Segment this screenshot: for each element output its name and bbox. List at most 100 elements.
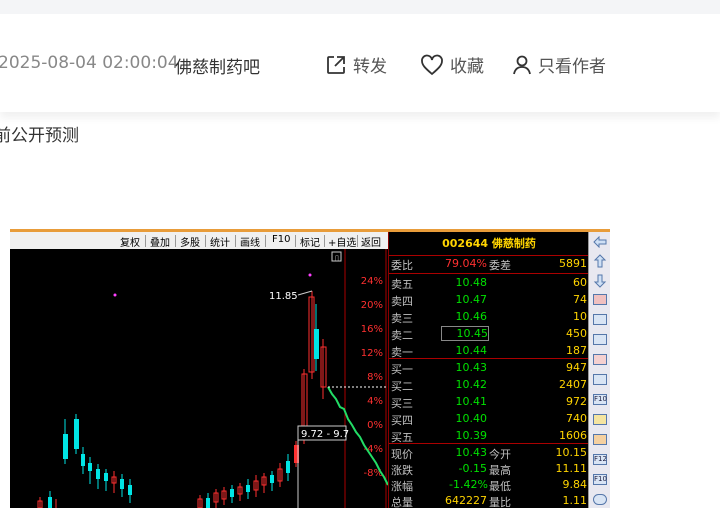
toolbar-btn[interactable]: 返回 (361, 234, 381, 249)
stat-value: 10.15 (555, 446, 588, 459)
toolbar-btn[interactable]: 画线 (240, 234, 260, 249)
list-icon[interactable] (593, 374, 607, 385)
bid-volume: 2407 (559, 378, 587, 391)
high-label: 11.85 (269, 290, 313, 302)
bid-volume: 972 (566, 395, 587, 408)
stat-row: 总量 642227 量比 1.11 (389, 493, 589, 508)
heart-icon (420, 54, 444, 76)
quote-divider (389, 358, 589, 359)
bid-price: 10.43 (455, 361, 488, 374)
toolbar-sep (324, 235, 325, 247)
toolbar-btn[interactable]: 叠加 (150, 234, 170, 249)
kline-chart: ▯ 24% 20% 16% 12% 8% 4% 0% -4% -8% 11.85… (37, 249, 388, 508)
pct-tick: 24% (361, 276, 383, 287)
ask-label: 卖四 (391, 295, 413, 308)
f10-icon[interactable]: F10 (593, 394, 607, 405)
stat-row: 涨跌 -0.15 最高 11.11 (389, 461, 589, 477)
toolbar-sep (205, 235, 206, 247)
ask-label: 卖二 (391, 329, 413, 342)
table-icon[interactable] (593, 314, 607, 325)
weibi-row: 委比 79.04% 委差 5891 (389, 256, 589, 272)
arrow-down-icon[interactable] (593, 274, 607, 288)
favorite-button[interactable]: 收藏 (420, 52, 484, 77)
toolbar-sep (175, 235, 176, 247)
weibi-label: 委比 (391, 259, 413, 272)
stat-label: 最低 (489, 480, 511, 493)
stat-value: 10.43 (455, 446, 488, 459)
chart-toolbar: 复权 叠加 多股 统计 画线 F10 标记 +自选 返回 (10, 232, 388, 249)
share-icon (325, 54, 347, 76)
bid-row: 买四 10.40 740 (389, 411, 589, 427)
pct-tick: 12% (361, 348, 383, 359)
pct-tick: 0% (367, 420, 383, 431)
forum-link[interactable]: 佛慈制药吧 (175, 53, 260, 78)
top-strip (0, 0, 720, 14)
bid-label: 买四 (391, 414, 413, 427)
stat-row: 涨幅 -1.42% 最低 9.84 (389, 477, 589, 493)
toolbar-btn[interactable]: F10 (272, 234, 290, 245)
candle-icon[interactable] (593, 354, 607, 365)
weibi-value: 79.04% (445, 257, 487, 270)
toolbar-btn[interactable]: 统计 (210, 234, 230, 249)
stat-row: 现价 10.43 今开 10.15 (389, 445, 589, 461)
stat-value: 1.11 (562, 494, 588, 507)
toolbar-btn[interactable]: 多股 (180, 234, 200, 249)
bid-price: 10.41 (455, 395, 488, 408)
bid-label: 买二 (391, 380, 413, 393)
stat-value: -0.15 (458, 462, 487, 475)
post-body-text: 前公开预测 (0, 126, 79, 146)
stat-value: 642227 (445, 494, 487, 507)
toolbar-btn[interactable]: +自选 (328, 234, 356, 249)
pct-tick: 16% (361, 324, 383, 335)
ask-row: 卖一 10.44 187 (389, 343, 589, 359)
bid-volume: 947 (566, 361, 587, 374)
stat-value: 9.84 (562, 478, 588, 491)
f12-icon[interactable]: F12 (593, 454, 607, 465)
calendar-icon[interactable] (593, 434, 607, 445)
toolbar-sep (357, 235, 358, 247)
stat-label: 现价 (391, 448, 413, 461)
toolbar-btn[interactable]: 复权 (120, 234, 140, 249)
stat-label: 总量 (391, 496, 413, 508)
ask-price: 10.44 (455, 344, 488, 357)
bid-row: 买一 10.43 947 (389, 360, 589, 376)
tool-sidebar: F10 F12 F10 (588, 232, 610, 508)
stat-label: 涨跌 (391, 464, 413, 477)
bid-price: 10.39 (455, 429, 488, 442)
arrow-left-icon[interactable] (593, 236, 607, 248)
weicha-value: 5891 (559, 257, 587, 270)
chart-mini-icon: ▯ (335, 254, 339, 262)
stock-title: 002644 佛慈制药 (442, 237, 536, 250)
bid-price: 10.42 (455, 378, 488, 391)
arrow-up-icon[interactable] (593, 254, 607, 268)
line-chart-icon[interactable] (593, 334, 607, 345)
weicha-label: 委差 (489, 259, 511, 272)
bar-icon[interactable] (593, 414, 607, 425)
circle-icon[interactable] (593, 494, 607, 505)
share-button[interactable]: 转发 (325, 52, 387, 77)
pct-axis: 24% 20% 16% 12% 8% 4% 0% -4% -8% (361, 276, 383, 479)
quote-panel: 002644 佛慈制药 委比 79.04% 委差 5891 卖五 10.48 6… (388, 232, 589, 508)
ask-volume: 187 (566, 344, 587, 357)
bid-row: 买五 10.39 1606 (389, 428, 589, 444)
pct-tick: 4% (367, 396, 383, 407)
color-grid-icon[interactable] (593, 294, 607, 305)
stat-label: 量比 (489, 496, 511, 508)
user-icon (512, 54, 532, 76)
share-label: 转发 (353, 57, 387, 77)
stat-label: 今开 (489, 448, 511, 461)
marker-dot (308, 273, 312, 277)
favorite-label: 收藏 (450, 57, 484, 77)
author-only-button[interactable]: 只看作者 (512, 52, 606, 77)
ask-volume: 450 (566, 327, 587, 340)
f10-circle-icon[interactable]: F10 (593, 474, 607, 485)
ask-row: 卖五 10.48 60 (389, 275, 589, 291)
post-date: 2025-08-04 02:00:04 (0, 53, 179, 73)
toolbar-btn[interactable]: 标记 (300, 234, 320, 249)
ask-price: 10.47 (455, 293, 488, 306)
bid-label: 买三 (391, 397, 413, 410)
stat-value: 11.11 (555, 462, 588, 475)
range-box: 9.72 - 9.7 (297, 425, 349, 508)
ask-price: 10.46 (455, 310, 488, 323)
ask-price: 10.48 (455, 276, 488, 289)
